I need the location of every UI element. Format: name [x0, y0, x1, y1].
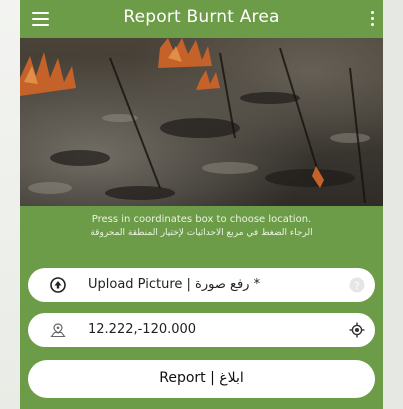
burnt-area-photo	[20, 38, 383, 206]
app-bar: Report Burnt Area	[20, 0, 383, 38]
help-icon[interactable]: ?	[349, 277, 365, 293]
upload-picture-label: Upload Picture | رفع صورة *	[88, 277, 261, 292]
gps-locate-icon[interactable]	[349, 322, 365, 338]
instructions-english: Press in coordinates box to choose locat…	[91, 214, 312, 225]
app-screen: Report Burnt Area Press in coordinates b…	[20, 0, 383, 409]
report-button-label: Report | ابلاغ	[159, 370, 244, 386]
screen-backdrop-left	[0, 0, 20, 409]
coordinates-value: 12.222,-120.000	[88, 322, 197, 337]
screen-backdrop-right	[383, 0, 403, 409]
location-area-icon	[50, 323, 66, 338]
svg-text:?: ?	[354, 281, 359, 292]
upload-arrow-icon	[50, 277, 66, 293]
more-vertical-icon[interactable]	[367, 8, 377, 30]
location-instructions: Press in coordinates box to choose locat…	[20, 214, 383, 239]
report-button[interactable]: Report | ابلاغ	[28, 360, 375, 398]
upload-picture-field[interactable]: Upload Picture | رفع صورة * ?	[28, 268, 375, 302]
coordinates-field[interactable]: 12.222,-120.000	[28, 313, 375, 347]
instructions-arabic: الرجاء الضغط في مربع الاحداثيات لإختيار …	[90, 228, 313, 238]
page-title: Report Burnt Area	[123, 7, 280, 27]
hamburger-menu-icon[interactable]	[30, 8, 52, 30]
